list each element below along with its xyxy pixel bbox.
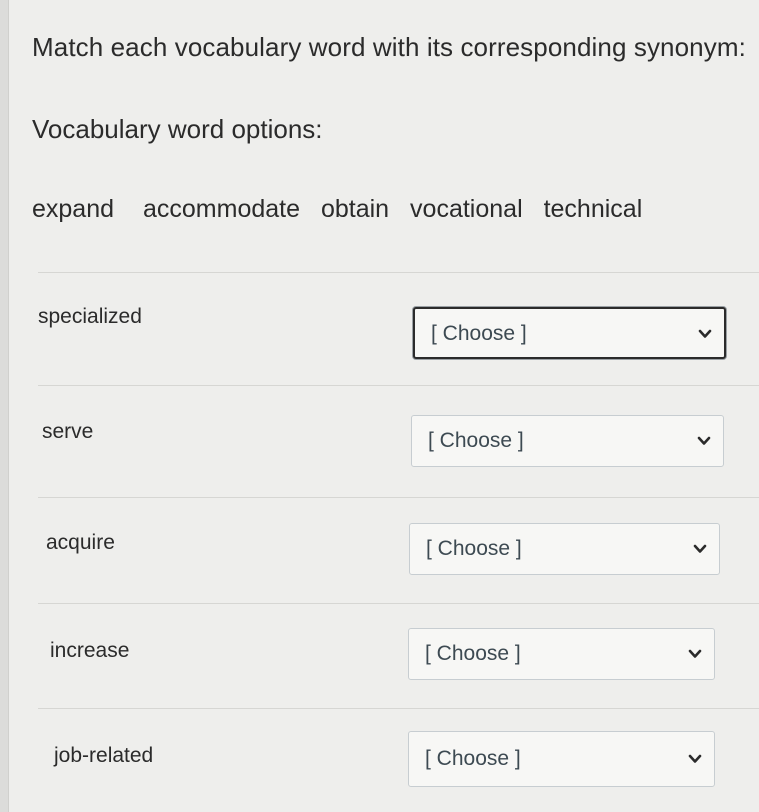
match-row: job-related [ Choose ] — [8, 731, 759, 795]
chevron-down-icon — [688, 649, 702, 658]
divider — [38, 603, 759, 604]
select-value: [ Choose ] — [426, 537, 522, 560]
select-value: [ Choose ] — [431, 322, 527, 345]
answer-select[interactable]: [ Choose ] — [408, 628, 715, 680]
answer-select[interactable]: [ Choose ] — [411, 415, 724, 467]
chevron-down-icon — [697, 436, 711, 445]
match-word: increase — [50, 639, 130, 662]
divider — [38, 385, 759, 386]
select-value: [ Choose ] — [425, 747, 521, 770]
select-value: [ Choose ] — [428, 429, 524, 452]
chevron-down-icon — [688, 754, 702, 763]
options-heading: Vocabulary word options: — [32, 114, 323, 144]
match-row: specialized [ Choose ] — [8, 300, 759, 360]
match-row: serve [ Choose ] — [8, 415, 759, 475]
word-option: vocational — [410, 195, 523, 223]
select-value: [ Choose ] — [425, 642, 521, 665]
match-word: job-related — [54, 744, 154, 767]
quiz-question-panel: Match each vocabulary word with its corr… — [8, 0, 759, 812]
word-option: technical — [543, 195, 643, 223]
answer-select[interactable]: [ Choose ] — [413, 307, 726, 359]
answer-select[interactable]: [ Choose ] — [408, 731, 715, 787]
divider — [38, 708, 759, 709]
word-option: obtain — [320, 195, 390, 223]
match-word: serve — [42, 420, 94, 443]
match-row: acquire [ Choose ] — [8, 523, 759, 585]
match-row: increase [ Choose ] — [8, 628, 759, 690]
match-word: specialized — [38, 305, 142, 328]
chevron-down-icon — [693, 544, 707, 553]
question-prompt: Match each vocabulary word with its corr… — [32, 32, 746, 62]
match-word: acquire — [46, 531, 115, 554]
divider — [38, 272, 759, 273]
word-option: expand — [32, 195, 115, 223]
word-option: accommodate — [142, 195, 301, 223]
chevron-down-icon — [698, 329, 712, 338]
word-options-list: expand accommodate obtain vocational tec… — [32, 195, 664, 224]
divider — [38, 497, 759, 498]
answer-select[interactable]: [ Choose ] — [409, 523, 720, 575]
